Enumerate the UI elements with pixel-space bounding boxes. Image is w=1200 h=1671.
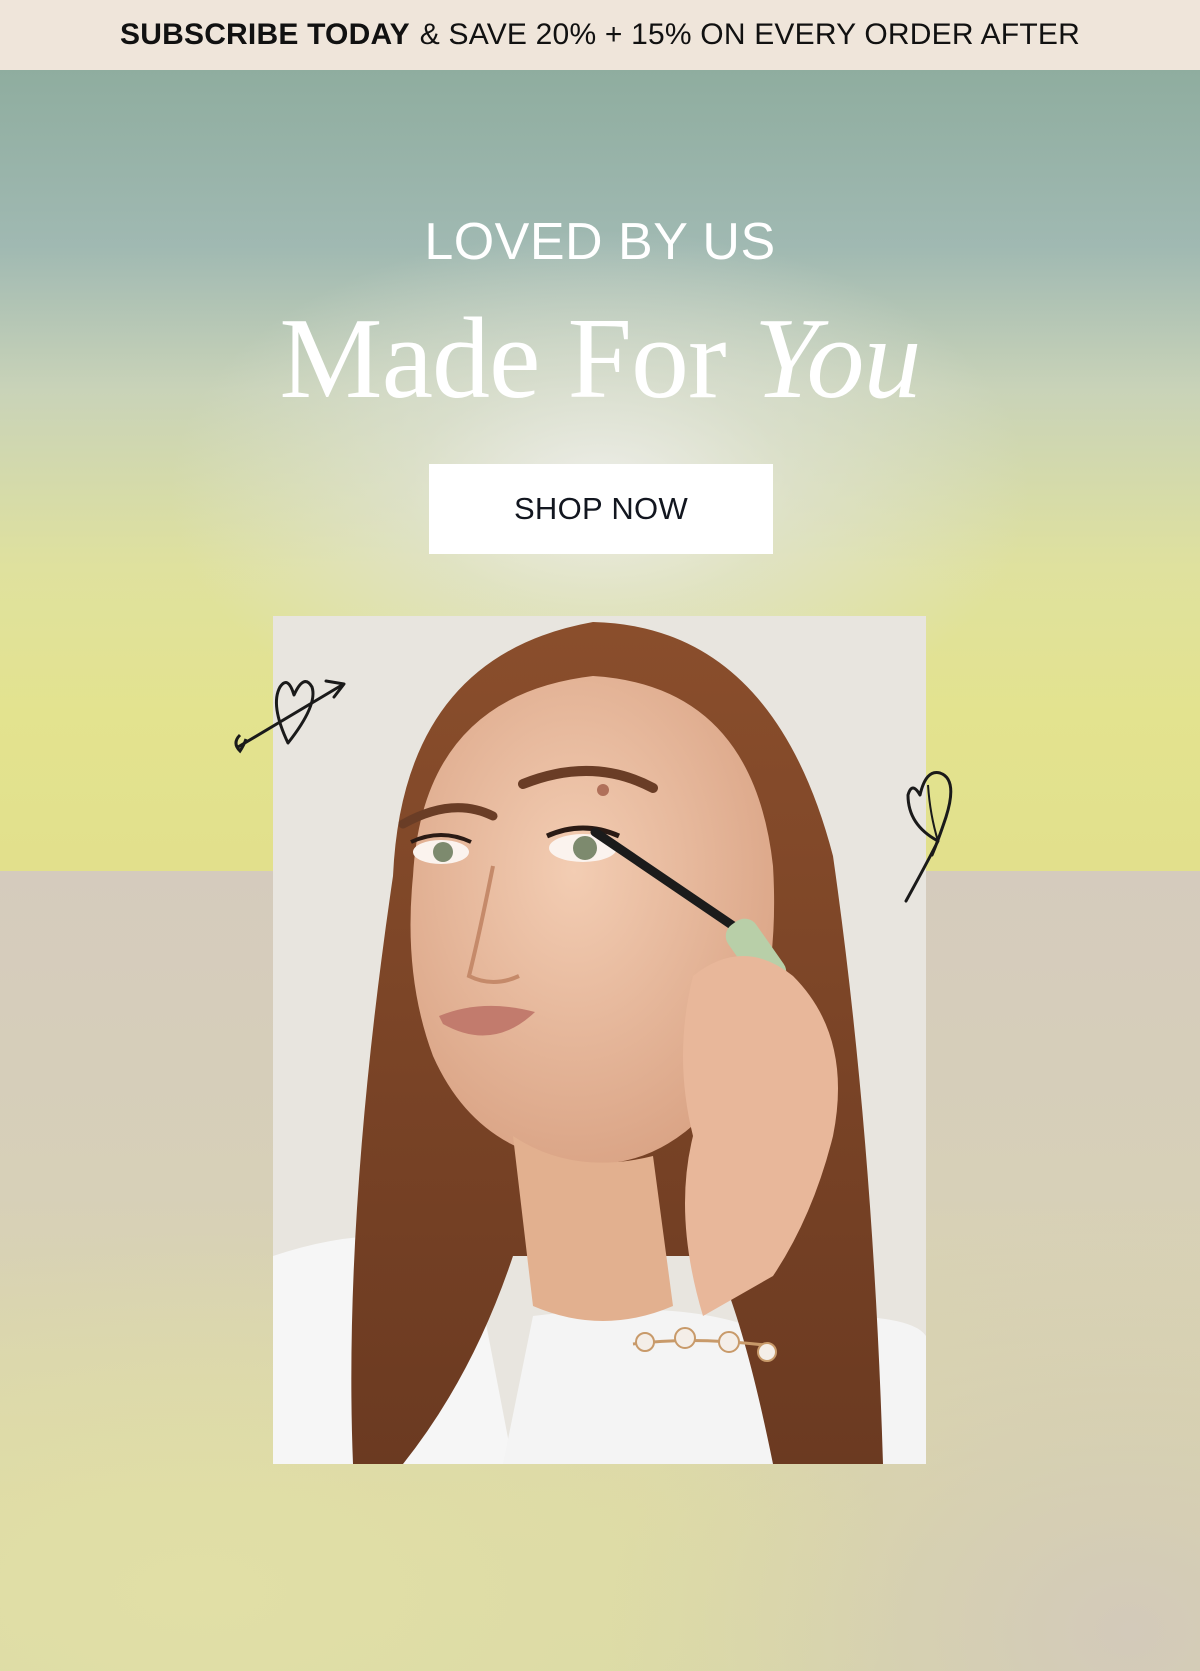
hero-photo[interactable]	[273, 616, 926, 1464]
hero-eyebrow: LOVED BY US	[424, 213, 776, 271]
heart-arrow-icon	[234, 679, 346, 754]
promo-strong-text: SUBSCRIBE TODAY	[120, 18, 410, 51]
headline-italic: You	[753, 295, 922, 423]
hero-headline: Made For You	[0, 294, 1200, 424]
headline-main: Made For	[279, 295, 754, 423]
shop-now-button[interactable]: SHOP NOW	[429, 464, 773, 554]
model-illustration	[273, 616, 926, 1464]
heart-icon	[904, 770, 953, 903]
promo-offer-text: & SAVE 20% + 15% ON EVERY ORDER AFTER	[419, 18, 1080, 51]
promo-banner[interactable]: SUBSCRIBE TODAY & SAVE 20% + 15% ON EVER…	[0, 0, 1200, 70]
